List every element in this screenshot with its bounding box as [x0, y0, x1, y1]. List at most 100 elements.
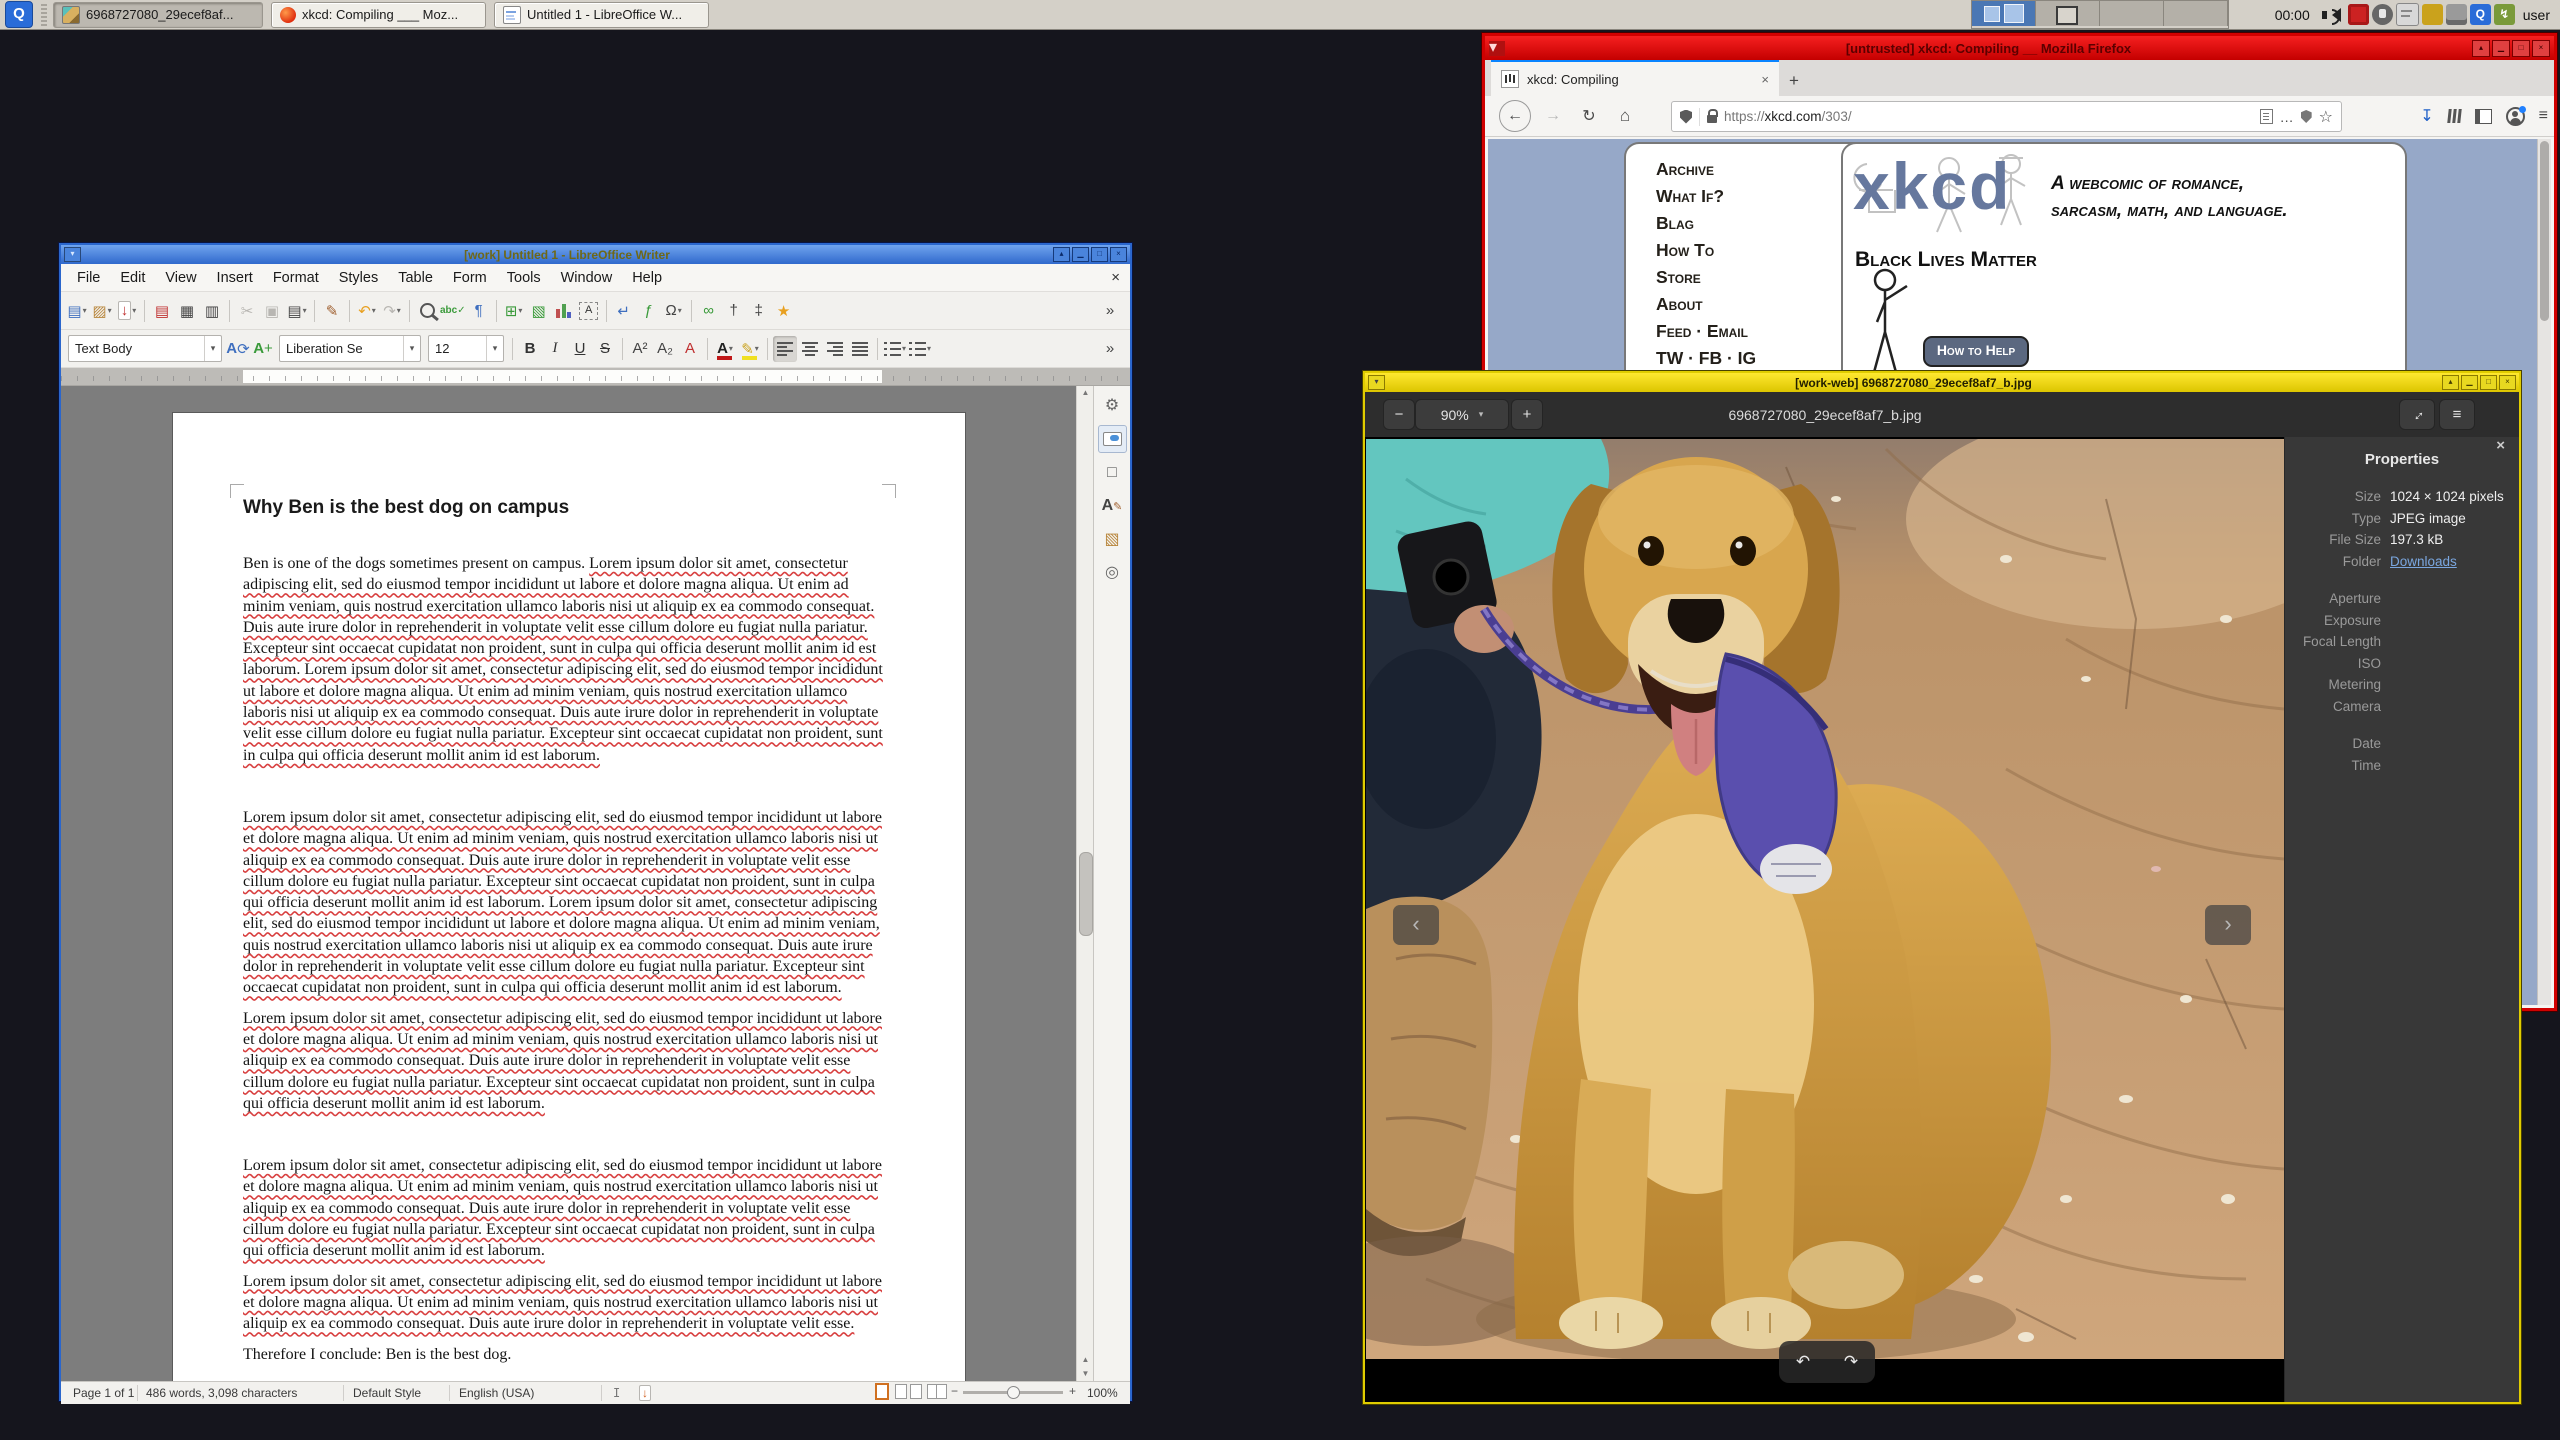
- font-size-combo[interactable]: 12 ▾: [428, 335, 504, 362]
- taskbar-window-writer[interactable]: Untitled 1 - LibreOffice W...: [494, 1, 709, 28]
- workspace-4[interactable]: [2163, 1, 2228, 26]
- sidebar-toggle-icon[interactable]: [2474, 108, 2492, 124]
- properties-close-icon[interactable]: ×: [2496, 437, 2505, 454]
- menu-tools[interactable]: Tools: [497, 267, 551, 289]
- paragraph-style-combo[interactable]: Text Body ▾: [68, 335, 222, 362]
- font-name-combo[interactable]: Liberation Se ▾: [279, 335, 421, 362]
- clear-formatting-button[interactable]: A: [678, 336, 702, 362]
- downloads-link[interactable]: Downloads: [2390, 554, 2457, 569]
- minimize-button[interactable]: ▁: [1072, 247, 1089, 262]
- next-image-button[interactable]: ›: [2205, 905, 2251, 945]
- qubes-manager-icon[interactable]: Q: [2469, 4, 2491, 25]
- highlight-color-button[interactable]: ✎ ▾: [738, 336, 762, 362]
- volume-icon[interactable]: [2320, 6, 2342, 25]
- xkcd-link-feed-email[interactable]: Feed · Email: [1656, 318, 1867, 345]
- bookmark-star-icon[interactable]: ☆: [2319, 107, 2333, 127]
- update-style-button[interactable]: A ⟳: [226, 336, 250, 362]
- workspace-2[interactable]: [2035, 1, 2100, 26]
- maximize-button[interactable]: □: [2480, 375, 2497, 390]
- print-button[interactable]: ▦: [175, 298, 199, 324]
- writer-titlebar[interactable]: ▾ [work] Untitled 1 - LibreOffice Writer…: [61, 245, 1130, 264]
- xkcd-link-blag[interactable]: Blag: [1656, 210, 1867, 237]
- open-button[interactable]: ▨ ▾: [90, 298, 114, 324]
- page-count[interactable]: Page 1 of 1: [73, 1386, 134, 1400]
- word-count[interactable]: 486 words, 3,098 characters: [146, 1386, 297, 1400]
- devices-icon[interactable]: [2421, 4, 2443, 25]
- xkcd-logo[interactable]: xkcd: [1853, 148, 2011, 224]
- sidebar-properties-button[interactable]: [1097, 425, 1127, 453]
- insert-table-button[interactable]: ⊞ ▾: [502, 298, 526, 324]
- paragraph-style-status[interactable]: Default Style: [353, 1386, 421, 1400]
- taskbar-window-image-viewer[interactable]: 6968727080_29ecef8af...: [53, 1, 263, 28]
- viewer-menu-button[interactable]: ≡: [2439, 399, 2475, 430]
- minimize-button[interactable]: ▁: [2492, 39, 2510, 57]
- reload-button[interactable]: ↻: [1577, 106, 1601, 126]
- clipboard-icon[interactable]: [2395, 3, 2419, 26]
- workspace-1[interactable]: [1971, 1, 2036, 26]
- font-color-button[interactable]: A ▾: [713, 336, 737, 362]
- toolbar-overflow-button[interactable]: »: [1098, 298, 1122, 324]
- how-to-help-button[interactable]: How to Help: [1923, 336, 2029, 367]
- horizontal-ruler[interactable]: [61, 368, 1130, 386]
- xkcd-link-about[interactable]: About: [1656, 291, 1867, 318]
- lock-icon[interactable]: [1707, 109, 1718, 123]
- tab-close-icon[interactable]: ×: [1761, 72, 1769, 87]
- menu-form[interactable]: Form: [443, 267, 497, 289]
- forward-button[interactable]: →: [1541, 107, 1565, 125]
- back-button[interactable]: ←: [1499, 100, 1531, 132]
- clone-formatting-button[interactable]: ✎: [320, 298, 344, 324]
- viewer-titlebar[interactable]: ▾ [work-web] 6968727080_29ecef8af7_b.jpg…: [1365, 373, 2519, 392]
- paste-button[interactable]: ▤ ▾: [285, 298, 309, 324]
- scroll-up-icon[interactable]: ▲: [1077, 386, 1094, 400]
- scroll-down-icon[interactable]: ▼: [1077, 1367, 1094, 1381]
- insert-endnote-button[interactable]: ‡: [747, 298, 771, 324]
- insert-hyperlink-button[interactable]: ∞: [697, 298, 721, 324]
- shade-button[interactable]: ▴: [1053, 247, 1070, 262]
- strikethrough-button[interactable]: S: [593, 336, 617, 362]
- account-icon[interactable]: [2505, 105, 2526, 126]
- menu-format[interactable]: Format: [263, 267, 329, 289]
- sidebar-styles-button[interactable]: A ✎: [1099, 493, 1126, 519]
- menu-styles[interactable]: Styles: [329, 267, 389, 289]
- maximize-button[interactable]: □: [1091, 247, 1108, 262]
- superscript-button[interactable]: A²: [628, 336, 652, 362]
- menu-window[interactable]: Window: [551, 267, 623, 289]
- close-document-icon[interactable]: ×: [1111, 269, 1120, 286]
- export-pdf-button[interactable]: ▤: [150, 298, 174, 324]
- workspace-3[interactable]: [2099, 1, 2164, 26]
- insert-special-character-button[interactable]: Ω ▾: [662, 298, 686, 324]
- italic-button[interactable]: I: [543, 336, 567, 362]
- document-canvas[interactable]: Why Ben is the best dog on campus Ben is…: [61, 386, 1130, 1381]
- new-style-button[interactable]: A +: [251, 336, 275, 362]
- close-button[interactable]: ×: [2499, 375, 2516, 390]
- sidebar-settings-button[interactable]: ⚙: [1099, 392, 1126, 418]
- document-page[interactable]: Why Ben is the best dog on campus Ben is…: [173, 413, 965, 1381]
- menu-edit[interactable]: Edit: [110, 267, 155, 289]
- spelling-button[interactable]: abc ✓: [440, 298, 466, 324]
- single-page-view-button[interactable]: [875, 1383, 892, 1403]
- align-left-button[interactable]: [773, 335, 797, 362]
- app-menu-button[interactable]: Q: [5, 1, 33, 28]
- minimize-button[interactable]: ▁: [2461, 375, 2478, 390]
- justify-button[interactable]: [848, 336, 872, 362]
- disk-icon[interactable]: [2445, 4, 2467, 25]
- tab-xkcd[interactable]: xkcd: Compiling ×: [1491, 60, 1779, 96]
- insert-footnote-button[interactable]: †: [722, 298, 746, 324]
- window-menu-icon[interactable]: ▾: [1368, 375, 1385, 390]
- align-center-button[interactable]: [798, 336, 822, 362]
- shade-button[interactable]: ▴: [2442, 375, 2459, 390]
- menu-help[interactable]: Help: [622, 267, 672, 289]
- page-actions-icon[interactable]: …: [2280, 109, 2294, 125]
- battery-icon[interactable]: ↯: [2493, 4, 2515, 25]
- url-bar[interactable]: https://xkcd.com/303/ … ☆: [1671, 101, 2342, 132]
- book-view-button[interactable]: [927, 1384, 950, 1402]
- insert-page-break-button[interactable]: ↵: [612, 298, 636, 324]
- insert-bookmark-button[interactable]: ★: [772, 298, 796, 324]
- redo-button[interactable]: ↷ ▾: [380, 298, 404, 324]
- maximize-button[interactable]: □: [2512, 39, 2530, 57]
- xkcd-link-archive[interactable]: Archive: [1656, 156, 1867, 183]
- xkcd-link-store[interactable]: Store: [1656, 264, 1867, 291]
- reader-mode-icon[interactable]: [2259, 109, 2273, 124]
- bold-button[interactable]: B: [518, 336, 542, 362]
- url-text[interactable]: https://xkcd.com/303/: [1724, 109, 1852, 124]
